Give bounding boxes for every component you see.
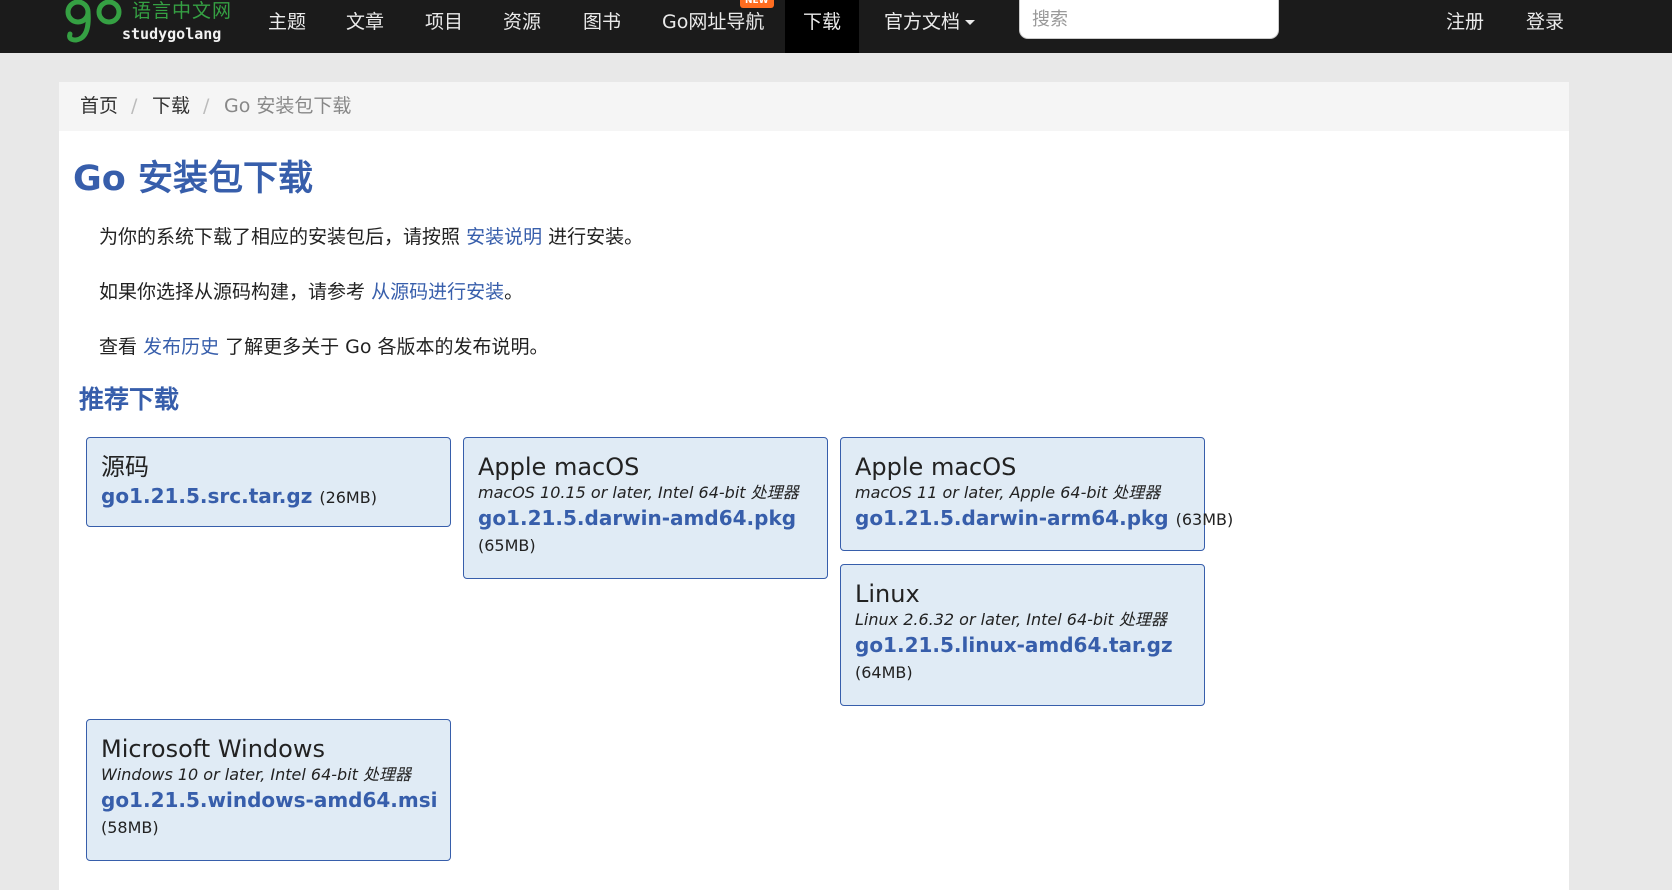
source-text-end: 。	[504, 281, 524, 303]
nav-topics[interactable]: 主题	[268, 0, 306, 53]
card-os-name: Apple macOS	[478, 453, 640, 481]
nav-official-docs[interactable]: 官方文档	[884, 0, 976, 53]
intro-text-end: 进行安装。	[548, 226, 644, 248]
main-content: 首页 / 下载 / Go 安装包下载 Go 安装包下载 为你的系统下载了相应的安…	[59, 82, 1569, 890]
intro-paragraph: 为你的系统下载了相应的安装包后，请按照 安装说明 进行安装。	[99, 222, 643, 249]
card-file-size: (26MB)	[319, 488, 377, 507]
install-from-source-link[interactable]: 从源码进行安装	[371, 281, 504, 303]
search-input[interactable]	[1019, 0, 1279, 39]
breadcrumb-home[interactable]: 首页	[80, 82, 118, 131]
card-file-link[interactable]: go1.21.5.windows-amd64.msi	[101, 786, 438, 814]
card-file-name: go1.21.5.darwin-arm64.pkg	[855, 506, 1169, 530]
download-card-macos-arm64[interactable]: Apple macOS macOS 11 or later, Apple 64-…	[840, 437, 1233, 551]
breadcrumb-download[interactable]: 下载	[152, 82, 190, 131]
nav-projects[interactable]: 项目	[425, 0, 463, 53]
breadcrumb-current: Go 安装包下载	[224, 95, 352, 117]
breadcrumb-separator: /	[203, 95, 210, 117]
card-file-link[interactable]: go1.21.5.src.tar.gz (26MB)	[101, 482, 436, 512]
nav-official-docs-label: 官方文档	[884, 11, 961, 33]
download-card-source[interactable]: 源码 go1.21.5.src.tar.gz (26MB)	[86, 437, 451, 527]
install-guide-link[interactable]: 安装说明	[466, 226, 542, 248]
breadcrumb: 首页 / 下载 / Go 安装包下载	[59, 82, 1569, 131]
nav-download[interactable]: 下载	[785, 0, 860, 53]
card-os-name: Microsoft Windows	[101, 735, 325, 763]
source-paragraph: 如果你选择从源码构建，请参考 从源码进行安装。	[99, 277, 523, 304]
logo-text-en: studygolang	[122, 25, 222, 43]
page-title: Go 安装包下载	[73, 159, 313, 199]
release-history-link[interactable]: 发布历史	[143, 336, 219, 358]
logo-text-cn: 语言中文网	[132, 0, 233, 22]
history-text: 查看	[99, 336, 138, 358]
card-file-size: (64MB)	[855, 663, 913, 682]
new-badge: NEW	[740, 0, 774, 8]
breadcrumb-separator: /	[131, 95, 138, 117]
login-link[interactable]: 登录	[1526, 0, 1564, 53]
caret-down-icon	[965, 20, 976, 25]
card-file-name: go1.21.5.src.tar.gz	[101, 484, 313, 508]
card-os-name: Apple macOS	[855, 453, 1017, 481]
site-logo[interactable]: 语言中文网 studygolang	[64, 0, 234, 50]
history-text-end: 了解更多关于 Go 各版本的发布说明。	[225, 336, 549, 358]
download-card-macos-amd64[interactable]: Apple macOS macOS 10.15 or later, Intel …	[463, 437, 828, 579]
card-file-size: (65MB)	[478, 536, 536, 555]
card-file-link[interactable]: go1.21.5.linux-amd64.tar.gz	[855, 631, 1190, 659]
intro-text: 为你的系统下载了相应的安装包后，请按照	[99, 226, 461, 248]
nav-resources[interactable]: 资源	[503, 0, 541, 53]
history-paragraph: 查看 发布历史 了解更多关于 Go 各版本的发布说明。	[99, 332, 549, 359]
card-file-size: (63MB)	[1175, 510, 1234, 529]
card-os-name: Linux	[855, 580, 920, 608]
card-description: Windows 10 or later, Intel 64-bit 处理器	[101, 765, 412, 784]
gopher-logo-icon	[65, 0, 122, 43]
card-file-size: (58MB)	[101, 818, 159, 837]
card-description: Linux 2.6.32 or later, Intel 64-bit 处理器	[855, 610, 1167, 629]
card-description: macOS 10.15 or later, Intel 64-bit 处理器	[478, 483, 799, 502]
card-os-name: 源码	[101, 453, 149, 481]
download-card-windows[interactable]: Microsoft Windows Windows 10 or later, I…	[86, 719, 451, 861]
top-navbar: 语言中文网 studygolang 主题 文章 项目 资源 图书 Go网址导航 …	[0, 0, 1672, 53]
register-link[interactable]: 注册	[1446, 0, 1484, 53]
card-description: macOS 11 or later, Apple 64-bit 处理器	[855, 483, 1161, 502]
section-title: 推荐下载	[79, 385, 180, 414]
nav-books[interactable]: 图书	[583, 0, 621, 53]
card-file-link[interactable]: go1.21.5.darwin-amd64.pkg	[478, 504, 813, 532]
card-file-link[interactable]: go1.21.5.darwin-arm64.pkg (63MB)	[855, 504, 1233, 534]
nav-articles[interactable]: 文章	[346, 0, 384, 53]
source-text: 如果你选择从源码构建，请参考	[99, 281, 366, 303]
download-card-linux[interactable]: Linux Linux 2.6.32 or later, Intel 64-bi…	[840, 564, 1205, 706]
